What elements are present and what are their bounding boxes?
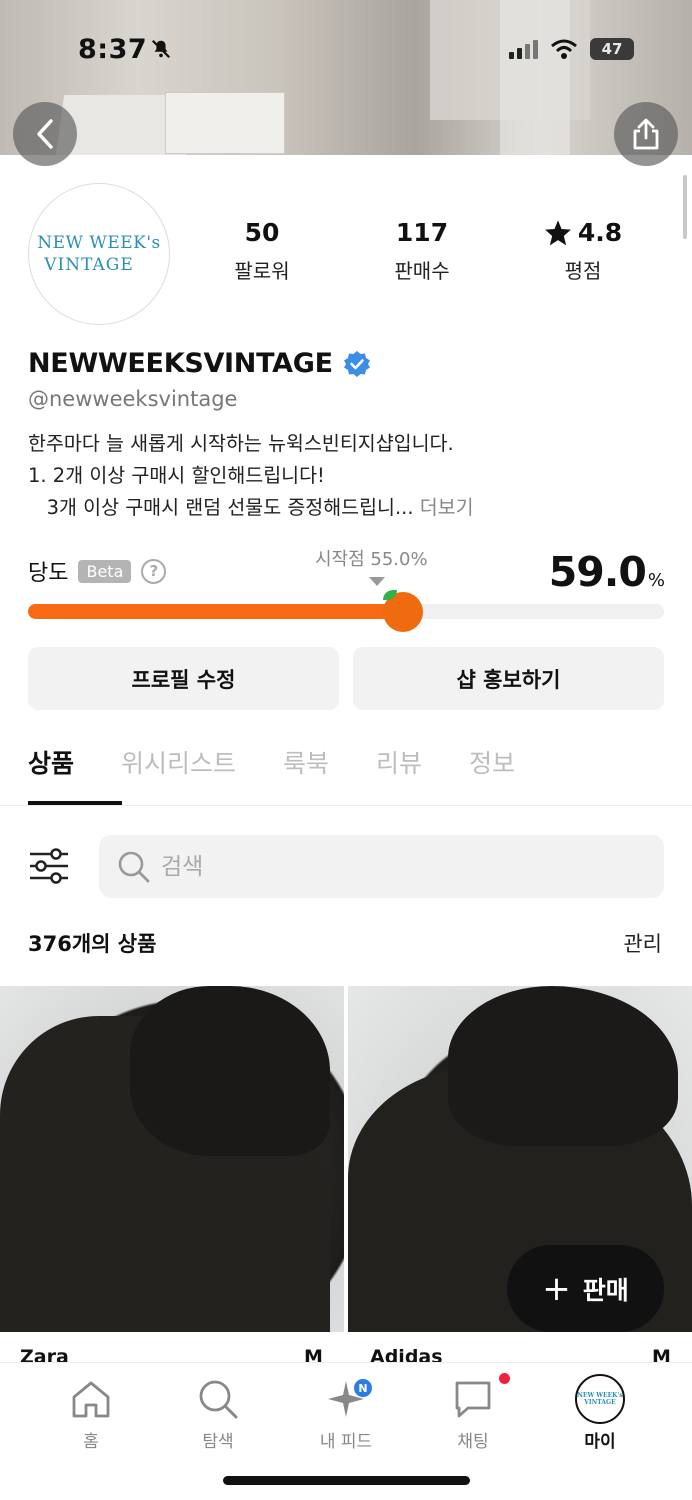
- sweetness-track: [28, 604, 664, 619]
- unread-dot: [499, 1373, 510, 1384]
- tangerine-icon: [383, 590, 424, 632]
- sweetness-value: 59.0%: [548, 548, 665, 596]
- status-indicators: 47: [509, 38, 634, 60]
- help-icon[interactable]: ?: [141, 558, 167, 584]
- sweetness-header: 당도 Beta ?: [28, 555, 167, 587]
- beta-badge: Beta: [78, 559, 132, 583]
- tab-products[interactable]: 상품: [28, 744, 74, 780]
- search-field[interactable]: [99, 835, 664, 898]
- tab-wishlist[interactable]: 위시리스트: [121, 744, 236, 780]
- share-icon: [633, 118, 659, 150]
- start-marker-icon: [369, 577, 385, 586]
- filter-icon[interactable]: [28, 846, 70, 886]
- scroll-indicator: [683, 175, 687, 239]
- shop-name-text: NEWWEEKSVINTAGE: [28, 348, 333, 379]
- star-icon: [545, 220, 571, 246]
- sell-button[interactable]: + 판매: [507, 1245, 664, 1332]
- chevron-left-icon: [37, 119, 53, 149]
- back-button[interactable]: [13, 102, 77, 166]
- profile-tabs: 상품 위시리스트 룩북 리뷰 정보: [28, 744, 562, 780]
- chat-icon: [455, 1381, 491, 1418]
- sell-label: 판매: [582, 1275, 629, 1305]
- shop-name: NEWWEEKSVINTAGE: [28, 348, 371, 379]
- nav-feed[interactable]: N 내 피드: [296, 1375, 396, 1452]
- nav-my[interactable]: NEW WEEK's VINTAGE 마이: [550, 1374, 650, 1452]
- followers-label: 팔로워: [234, 259, 290, 283]
- rating-value: 4.8: [577, 218, 623, 247]
- bell-muted-icon: [151, 39, 171, 59]
- tab-info[interactable]: 정보: [469, 744, 515, 780]
- rating-stat[interactable]: 4.8 평점: [523, 218, 643, 284]
- nav-label: 내 피드: [319, 1432, 373, 1452]
- nav-explore[interactable]: 탐색: [168, 1375, 268, 1452]
- avatar: NEW WEEK's VINTAGE: [575, 1374, 625, 1424]
- shop-avatar[interactable]: NEW WEEK's VINTAGE: [28, 183, 170, 325]
- search-icon: [199, 1380, 238, 1419]
- avatar-logo-line1: NEW WEEK's: [37, 233, 161, 253]
- verified-badge-icon: [343, 350, 370, 377]
- manage-link[interactable]: 관리: [623, 928, 662, 958]
- sweetness-unit: %: [647, 570, 665, 591]
- sweetness-fill: [28, 604, 404, 619]
- battery-indicator: 47: [590, 38, 634, 60]
- home-indicator: [223, 1476, 470, 1485]
- bio-line-text: 3개 이상 구매시 랜덤 선물도 증정해드립니...: [28, 496, 414, 519]
- nav-home[interactable]: 홈: [41, 1375, 141, 1452]
- nav-label: 마이: [584, 1432, 616, 1452]
- nav-label: 채팅: [457, 1432, 489, 1452]
- sweetness-label: 당도: [28, 561, 69, 586]
- rating-label: 평점: [564, 259, 602, 283]
- sales-label: 판매수: [394, 259, 450, 283]
- tabs-divider: [0, 805, 692, 806]
- home-icon: [72, 1381, 110, 1418]
- signal-icon: [509, 39, 538, 59]
- sales-stat[interactable]: 117 판매수: [362, 218, 482, 284]
- sweetness-number: 59.0: [548, 548, 647, 596]
- tab-lookbook[interactable]: 룩북: [283, 744, 329, 780]
- nav-chat[interactable]: 채팅: [423, 1373, 523, 1452]
- nav-label: 탐색: [202, 1432, 234, 1452]
- bio-line: 3개 이상 구매시 랜덤 선물도 증정해드립니... 더보기: [28, 492, 474, 524]
- wifi-icon: [551, 39, 577, 59]
- shop-handle: @newweeksvintage: [28, 387, 238, 411]
- bio-line: 1. 2개 이상 구매시 할인해드립니다!: [28, 464, 325, 487]
- search-icon: [118, 851, 150, 882]
- sales-count: 117: [395, 218, 449, 247]
- bio-more-link[interactable]: 더보기: [420, 496, 474, 519]
- tab-reviews[interactable]: 리뷰: [376, 744, 422, 780]
- product-image-zara[interactable]: [0, 986, 344, 1332]
- followers-stat[interactable]: 50 팔로워: [202, 218, 322, 284]
- shop-bio: 한주마다 늘 새롭게 시작하는 뉴윅스빈티지샵입니다. 1. 2개 이상 구매시…: [28, 428, 474, 524]
- avatar-logo-line2: VINTAGE: [44, 255, 134, 275]
- plus-icon: +: [542, 1268, 571, 1309]
- status-time: 8:37: [78, 34, 148, 65]
- nav-label: 홈: [83, 1432, 99, 1452]
- promote-shop-button[interactable]: 샵 홍보하기: [353, 647, 664, 710]
- share-button[interactable]: [614, 102, 678, 166]
- bio-line: 한주마다 늘 새롭게 시작하는 뉴윅스빈티지샵입니다.: [28, 432, 454, 455]
- search-input[interactable]: [161, 853, 561, 880]
- edit-profile-button[interactable]: 프로필 수정: [28, 647, 339, 710]
- profile-banner: [0, 0, 692, 155]
- followers-count: 50: [244, 218, 280, 247]
- sweetness-start-label: 시작점 55.0%: [315, 549, 428, 570]
- product-count: 376개의 상품: [28, 932, 157, 956]
- new-badge: N: [354, 1379, 372, 1397]
